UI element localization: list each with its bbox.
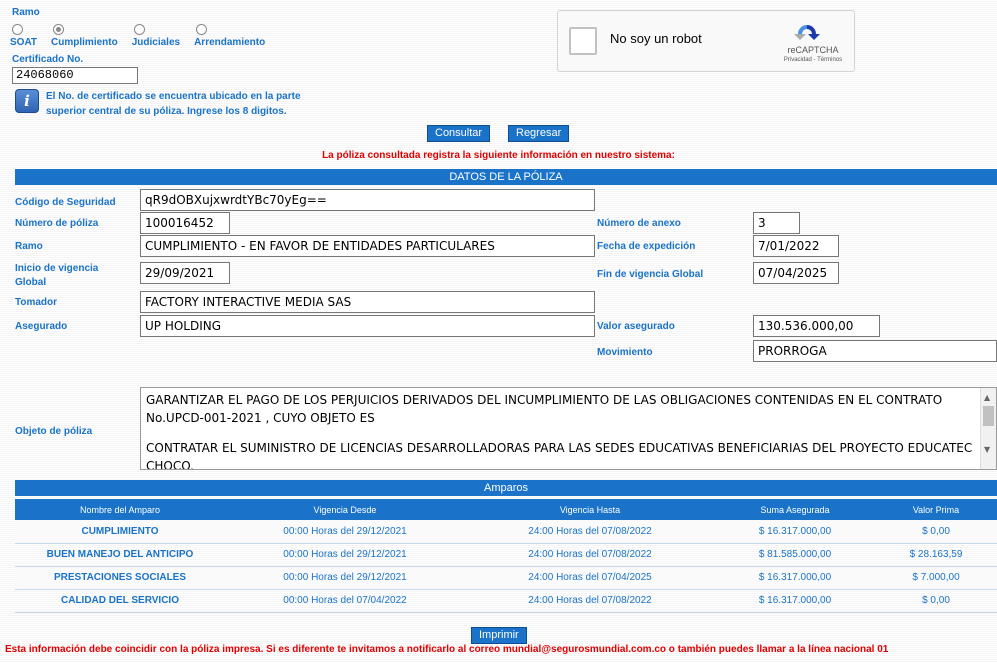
- scroll-thumb[interactable]: [983, 406, 994, 426]
- codigo-field[interactable]: qR9dOBXujxwrdtYBc70yEg==: [140, 189, 595, 211]
- cell-desde: 00:00 Horas del 07/04/2022: [225, 589, 465, 613]
- cell-hasta: 24:00 Horas del 07/08/2022: [465, 520, 715, 544]
- col-suma: Suma Asegurada: [715, 499, 875, 520]
- radio-arrendamiento-label: Arrendamiento: [194, 37, 266, 48]
- cell-desde: 00:00 Horas del 29/12/2021: [225, 543, 465, 567]
- fecha-expedicion-field[interactable]: 7/01/2022: [753, 235, 839, 257]
- inicio-vigencia-label: Inicio de vigencia Global: [15, 262, 98, 290]
- cell-hasta: 24:00 Horas del 07/08/2022: [465, 543, 715, 567]
- inicio-vigencia-label-line-2: Global: [15, 277, 47, 288]
- tomador-field[interactable]: FACTORY INTERACTIVE MEDIA SAS: [140, 291, 595, 313]
- movimiento-field[interactable]: PRORROGA: [753, 340, 997, 362]
- inicio-vigencia-field[interactable]: 29/09/2021: [140, 262, 230, 284]
- cell-suma: $ 16.317.000,00: [715, 566, 875, 590]
- table-row: BUEN MANEJO DEL ANTICIPO 00:00 Horas del…: [15, 543, 997, 567]
- amparos-header-row: Nombre del Amparo Vigencia Desde Vigenci…: [15, 499, 997, 520]
- cell-desde: 00:00 Horas del 29/12/2021: [225, 566, 465, 590]
- recaptcha-logo-icon: [794, 25, 820, 40]
- codigo-label: Código de Seguridad: [15, 197, 116, 208]
- info-icon: i: [15, 89, 39, 113]
- table-row: CUMPLIMIENTO 00:00 Horas del 29/12/2021 …: [15, 520, 997, 544]
- certificado-input[interactable]: 24068060: [12, 67, 138, 84]
- scroll-down-icon[interactable]: ▼: [984, 441, 990, 459]
- cell-desde: 00:00 Horas del 29/12/2021: [225, 520, 465, 544]
- objeto-paragraph-1: GARANTIZAR EL PAGO DE LOS PERJUICIOS DER…: [146, 393, 943, 425]
- numero-poliza-label: Número de póliza: [15, 218, 99, 229]
- radio-soat[interactable]: SOAT: [10, 24, 37, 48]
- col-nombre: Nombre del Amparo: [15, 499, 225, 520]
- radio-soat-circle[interactable]: [12, 24, 23, 35]
- recaptcha-brand: reCAPTCHA: [787, 45, 839, 55]
- certificado-label: Certificado No.: [12, 54, 84, 65]
- fin-vigencia-label: Fin de vigencia Global: [597, 269, 704, 280]
- movimiento-label: Movimiento: [597, 347, 653, 358]
- datos-poliza-header: DATOS DE LA PÓLIZA: [15, 169, 997, 185]
- valor-asegurado-label: Valor asegurado: [597, 321, 675, 332]
- scroll-up-icon[interactable]: ▲: [984, 389, 990, 407]
- cell-prima: $ 28.163,59: [875, 543, 997, 567]
- fecha-expedicion-label: Fecha de expedición: [597, 241, 696, 252]
- cell-nombre: CUMPLIMIENTO: [15, 520, 225, 544]
- radio-cumplimiento-label: Cumplimiento: [51, 37, 118, 48]
- asegurado-field[interactable]: UP HOLDING: [140, 315, 595, 337]
- cell-prima: $ 0,00: [875, 520, 997, 544]
- radio-arrendamiento-circle[interactable]: [196, 24, 208, 35]
- objeto-poliza-textarea[interactable]: GARANTIZAR EL PAGO DE LOS PERJUICIOS DER…: [140, 387, 997, 470]
- amparos-header: Amparos: [15, 480, 997, 496]
- recaptcha-label: No soy un robot: [610, 31, 702, 46]
- amparos-table: Nombre del Amparo Vigencia Desde Vigenci…: [15, 499, 997, 613]
- col-prima: Valor Prima: [875, 499, 997, 520]
- ramo-field-label: Ramo: [15, 241, 43, 252]
- numero-poliza-field[interactable]: 100016452: [140, 212, 230, 234]
- cell-nombre: CALIDAD DEL SERVICIO: [15, 589, 225, 613]
- radio-soat-label: SOAT: [10, 37, 38, 48]
- radio-judiciales-circle[interactable]: [133, 24, 145, 35]
- objeto-paragraph-2: CONTRATAR EL SUMINISTRO DE LICENCIAS DES…: [146, 441, 973, 470]
- inicio-vigencia-label-line-1: Inicio de vigencia: [15, 263, 99, 274]
- help-line-2: superior central de su póliza. Ingrese l…: [46, 106, 287, 117]
- radio-cumplimiento[interactable]: Cumplimiento: [51, 24, 118, 48]
- certificado-help-text: El No. de certificado se encuentra ubica…: [46, 89, 336, 119]
- table-row: CALIDAD DEL SERVICIO 00:00 Horas del 07/…: [15, 589, 997, 613]
- asegurado-label: Asegurado: [15, 321, 68, 332]
- consultar-button[interactable]: Consultar: [427, 125, 491, 142]
- cell-hasta: 24:00 Horas del 07/04/2025: [465, 566, 715, 590]
- ramo-label: Ramo: [12, 7, 40, 18]
- radio-judiciales-label: Judiciales: [131, 37, 181, 48]
- cell-nombre: BUEN MANEJO DEL ANTICIPO: [15, 543, 225, 567]
- radio-judiciales[interactable]: Judiciales: [132, 24, 180, 48]
- objeto-scrollbar[interactable]: ▲ ▼: [980, 388, 996, 469]
- recaptcha-checkbox[interactable]: [569, 27, 597, 55]
- cell-hasta: 24:00 Horas del 07/08/2022: [465, 589, 715, 613]
- recaptcha-widget: No soy un robot reCAPTCHA Privacidad - T…: [557, 10, 855, 72]
- cell-prima: $ 0,00: [875, 589, 997, 613]
- radio-arrendamiento[interactable]: Arrendamiento: [194, 24, 265, 48]
- numero-anexo-field[interactable]: 3: [753, 212, 800, 234]
- table-row: PRESTACIONES SOCIALES 00:00 Horas del 29…: [15, 566, 997, 590]
- radio-cumplimiento-circle[interactable]: [53, 24, 65, 35]
- tomador-label: Tomador: [15, 297, 58, 308]
- recaptcha-terms[interactable]: Privacidad - Términos: [776, 57, 850, 63]
- fin-vigencia-field[interactable]: 07/04/2025: [753, 262, 839, 284]
- result-message: La póliza consultada registra la siguien…: [322, 150, 675, 161]
- footer-message: Esta información debe coincidir con la p…: [5, 644, 889, 655]
- objeto-poliza-label: Objeto de póliza: [15, 426, 93, 437]
- regresar-button[interactable]: Regresar: [508, 125, 570, 142]
- valor-asegurado-field[interactable]: 130.536.000,00: [753, 315, 880, 337]
- cell-suma: $ 81.585.000,00: [715, 543, 875, 567]
- cell-prima: $ 7.000,00: [875, 566, 997, 590]
- imprimir-button[interactable]: Imprimir: [471, 627, 527, 644]
- cell-suma: $ 16.317.000,00: [715, 520, 875, 544]
- cell-suma: $ 16.317.000,00: [715, 589, 875, 613]
- help-line-1: El No. de certificado se encuentra ubica…: [46, 91, 301, 102]
- col-hasta: Vigencia Hasta: [465, 499, 715, 520]
- col-desde: Vigencia Desde: [225, 499, 465, 520]
- ramo-radio-group: SOAT Cumplimiento Judiciales Arrendamien…: [10, 24, 279, 48]
- numero-anexo-label: Número de anexo: [597, 218, 681, 229]
- ramo-field[interactable]: CUMPLIMIENTO - EN FAVOR DE ENTIDADES PAR…: [140, 235, 595, 257]
- cell-nombre: PRESTACIONES SOCIALES: [15, 566, 225, 590]
